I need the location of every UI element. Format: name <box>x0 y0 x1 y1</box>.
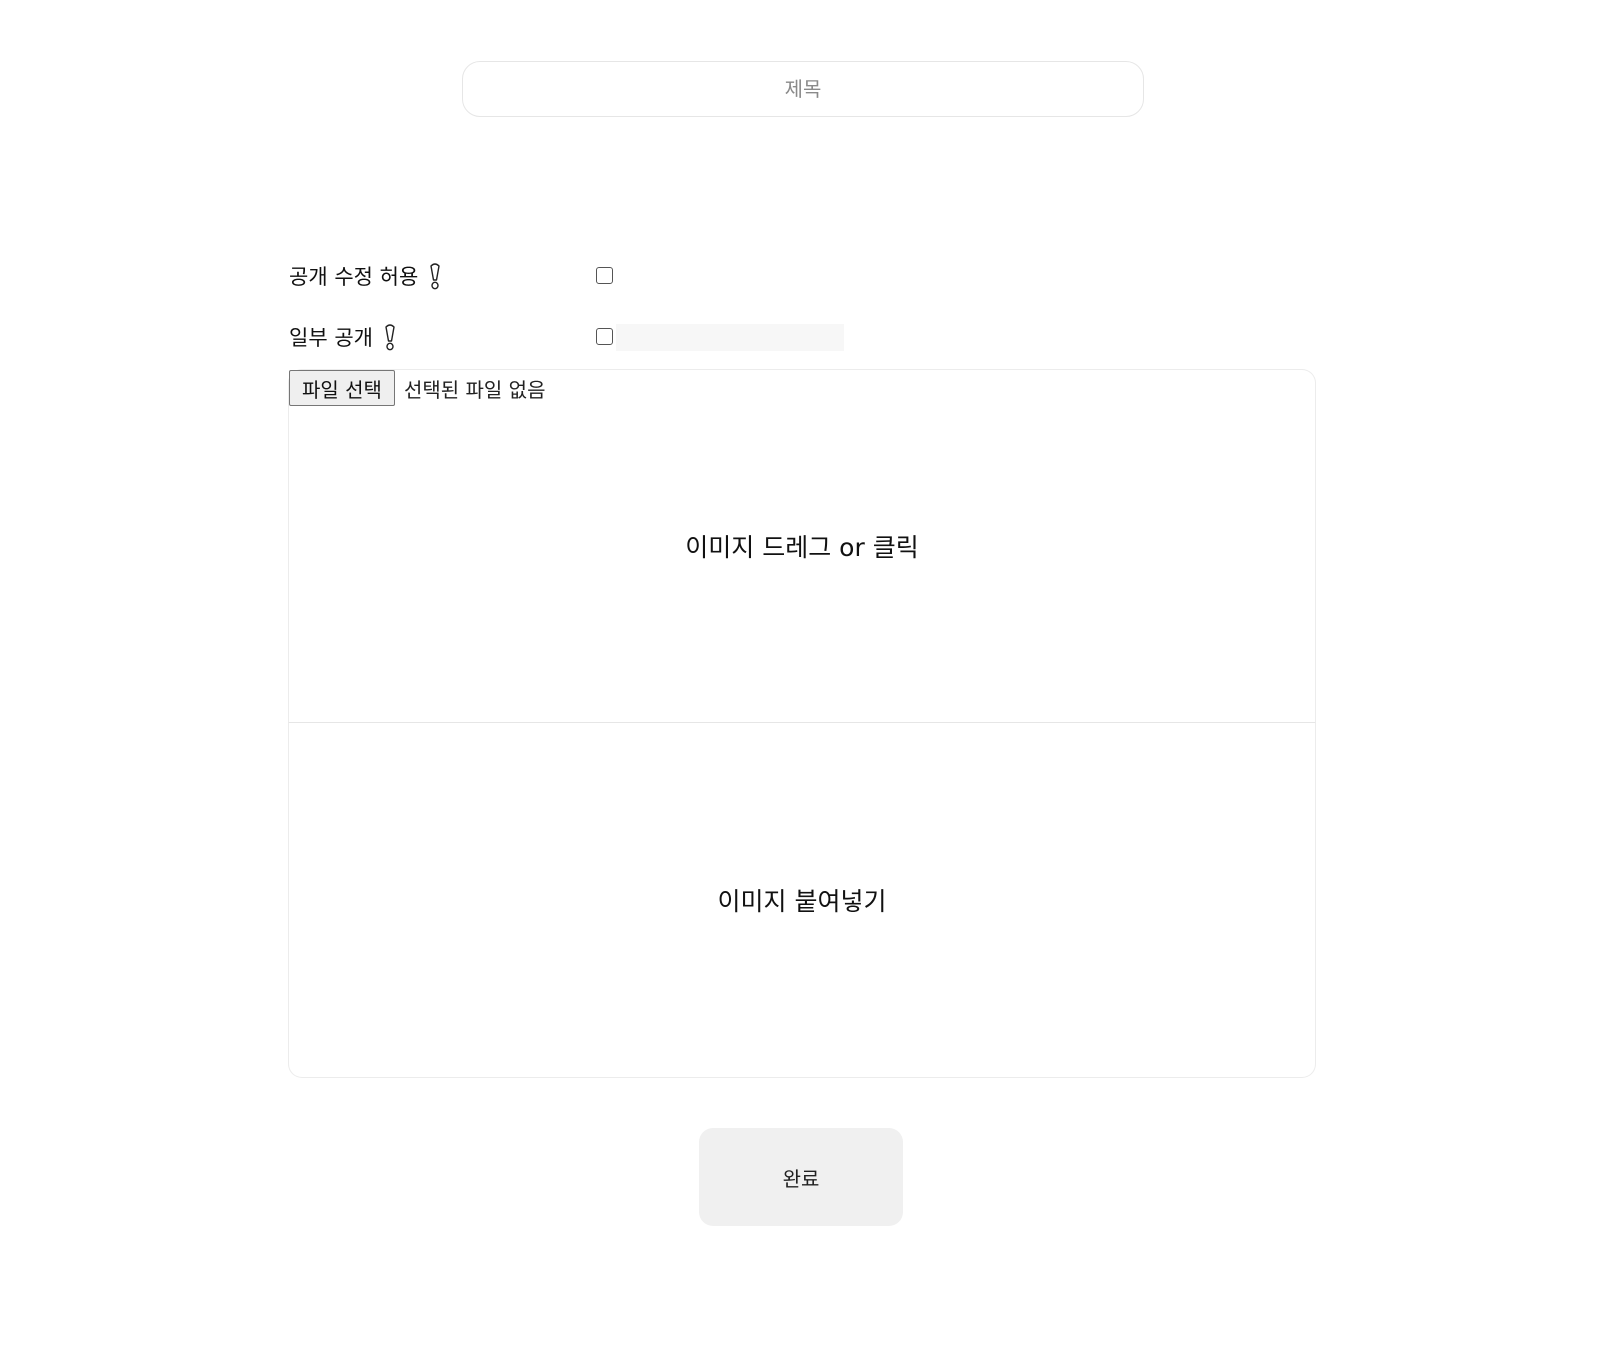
done-button[interactable]: 완료 <box>699 1128 903 1226</box>
exclamation-hint-icon[interactable] <box>383 323 397 351</box>
paste-zone-label: 이미지 붙여넣기 <box>717 887 887 916</box>
title-input[interactable] <box>462 61 1144 117</box>
partial-public-label-wrap: 일부 공개 <box>289 322 397 352</box>
image-paste-zone[interactable]: 이미지 붙여넣기 <box>288 723 1316 1078</box>
file-picker: 파일 선택 선택된 파일 없음 <box>289 370 545 406</box>
image-drop-zone[interactable]: 이미지 드레그 or 클릭 <box>288 369 1316 723</box>
public-edit-label-wrap: 공개 수정 허용 <box>289 261 442 291</box>
post-editor-page: 공개 수정 허용 일부 공개 이미지 드레그 or 클릭 파일 선택 선택된 파… <box>0 0 1604 1350</box>
partial-public-checkbox[interactable] <box>596 328 613 345</box>
choose-file-button[interactable]: 파일 선택 <box>289 370 395 406</box>
drop-zone-label: 이미지 드레그 or 클릭 <box>685 533 919 562</box>
public-edit-row: 공개 수정 허용 <box>289 259 889 293</box>
partial-public-label: 일부 공개 <box>289 326 373 350</box>
partial-public-field[interactable] <box>616 324 844 351</box>
exclamation-hint-icon[interactable] <box>428 262 442 290</box>
public-edit-checkbox[interactable] <box>596 267 613 284</box>
file-status-text: 선택된 파일 없음 <box>403 377 546 402</box>
public-edit-label: 공개 수정 허용 <box>289 265 419 289</box>
